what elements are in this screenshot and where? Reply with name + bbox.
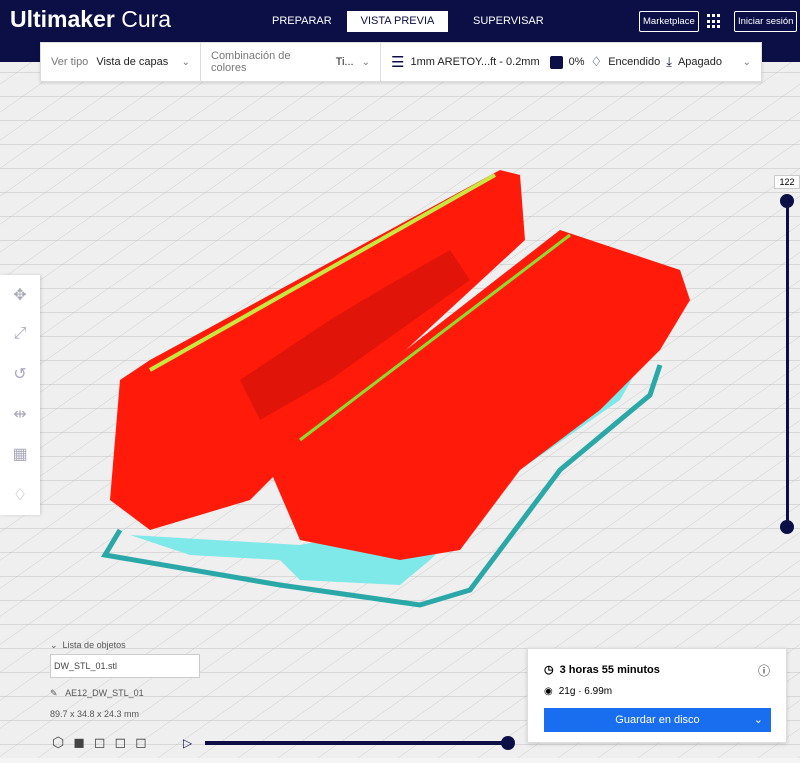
object-list-item[interactable]: DW_STL_01.stl — [50, 654, 200, 678]
support-value: Encendido — [608, 56, 661, 68]
scale-icon[interactable]: ⤢ — [14, 325, 27, 343]
camera-view-buttons: ⬡ ◼ ◻ ◻ ◻ — [52, 734, 147, 751]
mirror-icon[interactable]: ⇹ — [13, 404, 26, 424]
print-time: ◷ 3 horas 55 minutos — [544, 663, 660, 677]
print-settings-button[interactable]: ☰ 1mm ARETOY...ft - 0.2mm 0% ♢ Encendido… — [381, 43, 761, 81]
login-button[interactable]: Iniciar sesión — [734, 11, 798, 32]
view-top-icon[interactable]: ◻ — [94, 734, 106, 751]
layer-slider-bottom-handle[interactable] — [780, 520, 794, 534]
chevron-down-icon: ⌄ — [742, 56, 751, 68]
layer-slider-top-handle[interactable] — [780, 194, 794, 208]
tab-supervisar[interactable]: SUPERVISAR — [463, 11, 554, 32]
object-name[interactable]: ✎ AE12_DW_STL_01 — [50, 688, 144, 699]
adhesion-value: Apagado — [677, 56, 722, 68]
marketplace-button[interactable]: Marketplace — [639, 11, 699, 32]
settings-sliders-icon: ☰ — [391, 54, 405, 71]
path-slider-handle[interactable] — [501, 736, 515, 750]
apps-grid-icon[interactable] — [707, 14, 722, 29]
support-icon: ♢ — [590, 54, 603, 69]
save-label: Guardar en disco — [615, 714, 700, 726]
info-icon[interactable]: ⓘ — [758, 662, 770, 679]
per-model-settings-icon[interactable]: ▦ — [12, 444, 27, 464]
layer-number[interactable]: 122 — [774, 175, 800, 189]
chevron-down-icon[interactable]: ⌄ — [754, 708, 763, 732]
view-3d-icon[interactable]: ⬡ — [52, 734, 64, 751]
object-list-toggle[interactable]: ⌄ Lista de objetos — [50, 640, 126, 651]
chevron-down-icon: ⌄ — [181, 56, 190, 68]
color-scheme-label: Combinación de colores — [211, 50, 291, 74]
view-right-icon[interactable]: ◻ — [135, 734, 147, 751]
color-scheme-value: Ti... — [335, 56, 354, 68]
profile-label: 1mm ARETOY...ft - 0.2mm — [410, 56, 540, 68]
save-to-disk-button[interactable]: Guardar en disco ⌄ — [544, 708, 771, 732]
tab-vista-previa[interactable]: VISTA PREVIA — [347, 11, 448, 32]
tool-sidebar: ✥ ⤢ ↺ ⇹ ▦ ♢ — [0, 275, 40, 515]
pencil-icon: ✎ — [50, 688, 58, 698]
view-type-value: Vista de capas — [96, 56, 169, 68]
view-toolbar: Ver tipo Vista de capas ⌄ Combinación de… — [40, 42, 762, 82]
view-front-icon[interactable]: ◼ — [73, 734, 85, 751]
play-simulation-icon[interactable]: ▷ — [183, 736, 192, 750]
infill-icon — [549, 55, 563, 69]
move-icon[interactable]: ✥ — [13, 285, 26, 305]
support-blocker-icon[interactable]: ♢ — [13, 485, 27, 505]
infill-value: 0% — [568, 56, 585, 68]
object-list-title: Lista de objetos — [62, 640, 126, 650]
layer-slider[interactable] — [786, 200, 789, 528]
app-logo: Ultimaker Cura — [10, 6, 172, 32]
object-dimensions: 89.7 x 34.8 x 24.3 mm — [50, 709, 140, 719]
view-type-select[interactable]: Ver tipo Vista de capas ⌄ — [41, 43, 201, 81]
clock-icon: ◷ — [544, 664, 554, 676]
material-usage-text: 21g · 6.99m — [558, 686, 613, 697]
spool-icon: ◉ — [544, 686, 553, 697]
tab-preparar[interactable]: PREPARAR — [262, 11, 342, 32]
object-name-text: AE12_DW_STL_01 — [65, 688, 144, 698]
print-time-text: 3 horas 55 minutos — [559, 663, 660, 676]
view-type-label: Ver tipo — [51, 56, 89, 68]
rotate-icon[interactable]: ↺ — [13, 364, 26, 384]
color-scheme-select[interactable]: Combinación de colores Ti... ⌄ — [201, 43, 381, 81]
path-slider[interactable] — [205, 741, 508, 745]
chevron-down-icon: ⌄ — [361, 56, 370, 68]
print-summary-panel: ◷ 3 horas 55 minutos ⓘ ◉ 21g · 6.99m Guard… — [527, 648, 787, 743]
view-left-icon[interactable]: ◻ — [114, 734, 126, 751]
material-usage: ◉ 21g · 6.99m — [544, 686, 612, 697]
adhesion-icon: ⤓ — [666, 54, 672, 69]
